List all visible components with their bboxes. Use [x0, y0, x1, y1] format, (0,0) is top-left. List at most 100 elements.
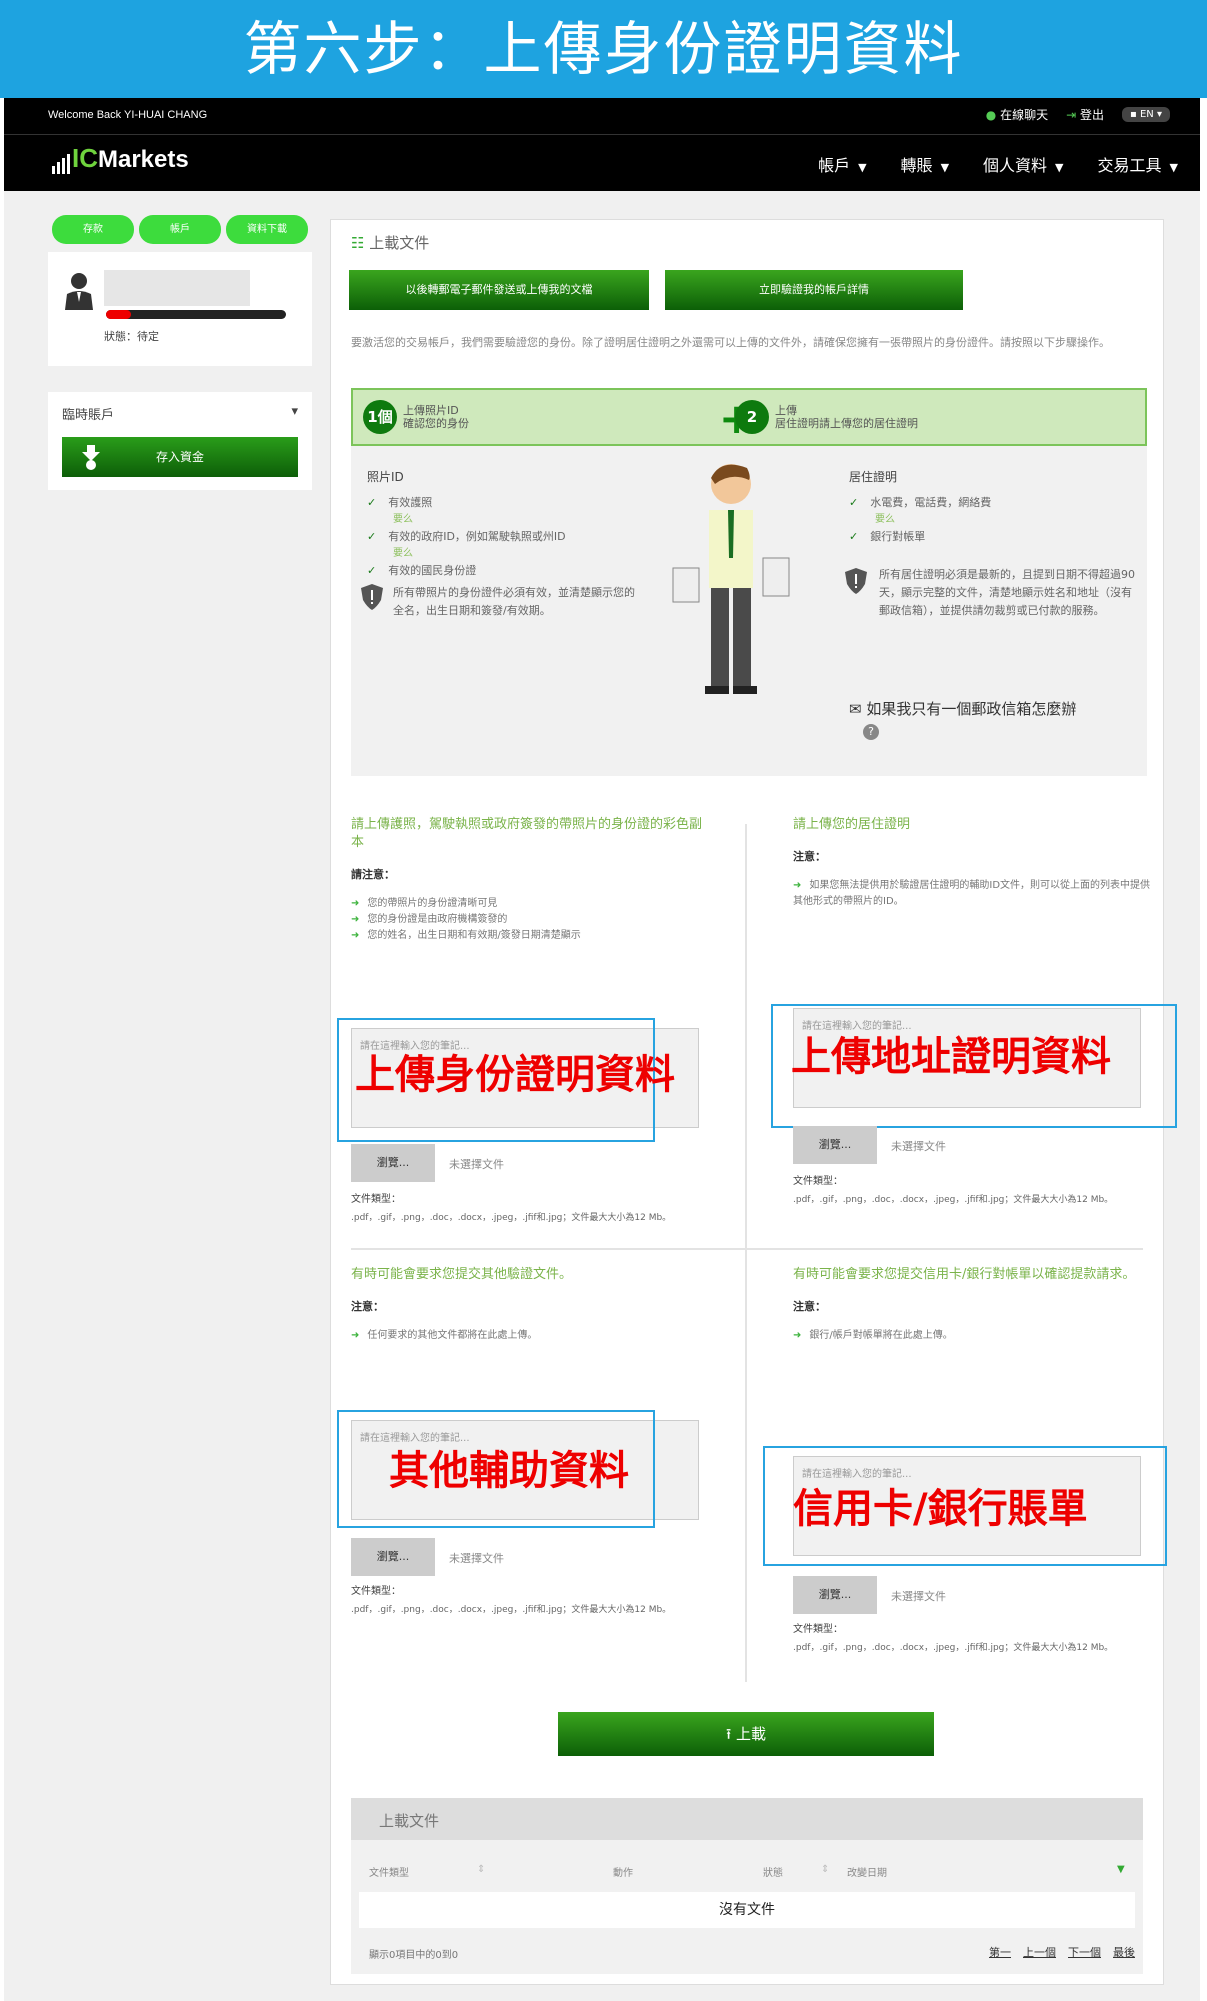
- residence-list: ✓ 水電費，電話費，網絡費 要么 ✓ 銀行對帳單: [849, 494, 1139, 545]
- logout-icon: ⇥: [1066, 108, 1077, 122]
- page-prev[interactable]: 上一個: [1023, 1944, 1056, 1960]
- column-divider: [745, 824, 747, 1682]
- browse-button[interactable]: 瀏覽...: [351, 1144, 435, 1182]
- list-item: ✓ 有效護照: [367, 494, 667, 511]
- overlay-label: 其他輔助資料: [389, 1448, 629, 1494]
- no-file-text: 未選擇文件: [449, 1158, 504, 1171]
- proof-of-residence-heading: 居住證明: [849, 470, 898, 484]
- deposit-funds-button[interactable]: 存入資金: [62, 437, 298, 477]
- item-text: 水電費，電話費，網絡費: [870, 496, 992, 509]
- page-last[interactable]: 最後: [1113, 1944, 1135, 1960]
- status-text: 狀態：待定: [104, 330, 159, 343]
- col-date[interactable]: 改變日期: [847, 1864, 887, 1879]
- po-box-question-link[interactable]: ✉ 如果我只有一個郵政信箱怎麼辦: [849, 698, 1076, 719]
- user-avatar-icon: [65, 273, 93, 310]
- account-selector[interactable]: 臨時賬戶 ▾: [62, 404, 298, 423]
- no-file-text: 未選擇文件: [449, 1552, 504, 1565]
- flag-icon: ▪: [1130, 109, 1137, 120]
- item-text: 您的身份證是由政府機構簽發的: [367, 914, 508, 925]
- page-first[interactable]: 第一: [989, 1944, 1011, 1960]
- steps-header: 1個 上傳照片ID確認您的身份 + 2 上傳居住證明請上傳您的居住證明: [351, 388, 1147, 446]
- uploaded-files-table: 上載文件 文件類型 ⇕ 動作 狀態 ⇕ 改變日期 ▼ 沒有文件 顯示0項目中的0…: [351, 1798, 1143, 1974]
- overlay-label: 上傳地址證明資料: [791, 1034, 1111, 1080]
- file-type-label: 文件類型：: [351, 1586, 401, 1597]
- nav-account[interactable]: 帳戶 ▼: [818, 152, 866, 176]
- file-type-info: 文件類型： .pdf，.gif，.png，.doc，.docx，.jpeg，.jf…: [793, 1620, 1133, 1658]
- list-item: ✓ 銀行對帳單: [849, 528, 1139, 545]
- or-text: 要么: [875, 514, 895, 525]
- section-title: 請上傳您的居住證明: [793, 817, 911, 832]
- other-docs-section: 有時可能會要求您提交其他驗證文件。 注意： ➜ 任何要求的其他文件都將在此處上傳。: [351, 1266, 711, 1344]
- item-text: 有效的政府ID，例如駕駛執照或州ID: [388, 530, 566, 543]
- sort-icon[interactable]: ⇕: [477, 1864, 485, 1875]
- file-type-info: 文件類型： .pdf，.gif，.png，.doc，.docx，.jpeg，.jf…: [351, 1582, 691, 1620]
- file-type-text: .pdf，.gif，.png，.doc，.docx，.jpeg，.jfif和.j…: [793, 1195, 1114, 1205]
- check-icon: ✓: [849, 530, 859, 543]
- list-item: ➜ 您的帶照片的身份證清晰可見: [351, 896, 711, 912]
- live-chat-link[interactable]: ● 在線聊天: [986, 106, 1048, 123]
- ic-markets-logo[interactable]: IC Markets: [52, 143, 189, 174]
- welcome-text: Welcome Back YI-HUAI CHANG: [48, 109, 208, 121]
- chevron-down-icon: ▼: [858, 161, 867, 174]
- item-text: 您的帶照片的身份證清晰可見: [367, 898, 498, 909]
- or-text: 要么: [393, 548, 413, 559]
- account-pill[interactable]: 帳戶: [139, 215, 221, 244]
- step2-number: 2: [735, 400, 769, 434]
- nav-tools[interactable]: 交易工具 ▼: [1098, 152, 1178, 176]
- browse-button[interactable]: 瀏覽...: [793, 1576, 877, 1614]
- left-sidebar: 存款 帳戶 資料下載 狀態：待定 臨時賬戶 ▾ 存入資金: [48, 215, 312, 490]
- col-file-type[interactable]: 文件類型: [369, 1864, 409, 1879]
- list-item: ✓ 有效的國民身份證: [367, 562, 667, 579]
- item-text: 您的姓名，出生日期和有效期/簽發日期清楚顯示: [367, 930, 581, 941]
- pagination: 第一 上一個 下一個 最後: [989, 1944, 1135, 1960]
- verify-now-button[interactable]: 立即驗證我的帳戶詳情: [665, 270, 963, 310]
- chevron-down-icon: ▾: [1156, 109, 1162, 120]
- nav-transfer[interactable]: 轉賬 ▼: [901, 152, 949, 176]
- sort-desc-icon[interactable]: ▼: [1117, 1864, 1125, 1875]
- empty-table-message: 沒有文件: [359, 1892, 1135, 1928]
- verification-progress: [106, 310, 286, 319]
- language-label: EN: [1139, 109, 1154, 120]
- file-type-text: .pdf，.gif，.png，.doc，.docx，.jpeg，.jfif和.j…: [793, 1643, 1114, 1653]
- section-title: 有時可能會要求您提交信用卡/銀行對帳單以確認提款請求。: [793, 1267, 1136, 1282]
- step1-number: 1個: [363, 400, 397, 434]
- photo-id-note: 所有帶照片的身份證件必須有效，並清楚顯示您的全名，出生日期和簽發/有效期。: [393, 586, 635, 617]
- col-action[interactable]: 動作: [613, 1864, 633, 1879]
- list-item: ➜ 您的姓名，出生日期和有效期/簽發日期清楚顯示: [351, 928, 711, 944]
- or-text: 要么: [393, 514, 413, 525]
- downloads-pill[interactable]: 資料下載: [226, 215, 308, 244]
- help-icon[interactable]: ?: [863, 724, 879, 740]
- browse-button[interactable]: 瀏覽...: [351, 1538, 435, 1576]
- file-type-info: 文件類型： .pdf，.gif，.png，.doc，.docx，.jpeg，.jf…: [793, 1172, 1133, 1210]
- section-notes-list: ➜ 銀行/帳戶對帳單將在此處上傳。: [793, 1328, 1153, 1344]
- col-status[interactable]: 狀態: [763, 1864, 783, 1879]
- section-note-label: 請注意：: [351, 868, 395, 881]
- logout-link[interactable]: ⇥ 登出: [1066, 106, 1104, 123]
- intro-text: 要激活您的交易帳戶，我們需要驗證您的身份。除了證明居住證明之外還需可以上傳的文件…: [351, 336, 1110, 349]
- nav-account-label: 帳戶: [818, 156, 851, 175]
- main-navbar: IC Markets 帳戶 ▼ 轉賬 ▼ 個人資料 ▼ 交易工具 ▼: [4, 134, 1200, 191]
- logo-bars-icon: [52, 154, 70, 174]
- user-name-redacted: [104, 270, 250, 306]
- sort-icon[interactable]: ⇕: [821, 1864, 829, 1875]
- language-select[interactable]: ▪ EN ▾: [1122, 107, 1170, 122]
- email-later-button[interactable]: 以後轉郵電子郵件發送或上傳我的文檔: [349, 270, 649, 310]
- account-box: 臨時賬戶 ▾ 存入資金: [48, 392, 312, 490]
- list-item: ✓ 水電費，電話費，網絡費: [849, 494, 1139, 511]
- item-text: 任何要求的其他文件都將在此處上傳。: [367, 1330, 538, 1341]
- arrow-right-icon: ➜: [351, 898, 360, 909]
- nav-profile[interactable]: 個人資料 ▼: [983, 152, 1063, 176]
- upload-button[interactable]: ⭱ 上載: [558, 1712, 934, 1756]
- upload-panel: ☷ 上載文件 以後轉郵電子郵件發送或上傳我的文檔 立即驗證我的帳戶詳情 要激活您…: [330, 219, 1177, 1985]
- deposit-pill[interactable]: 存款: [52, 215, 134, 244]
- step2-title: 上傳: [775, 404, 797, 417]
- browse-button[interactable]: 瀏覽...: [793, 1126, 877, 1164]
- section-note-label: 注意：: [351, 1300, 384, 1313]
- chevron-down-icon: ▼: [940, 161, 950, 174]
- file-type-label: 文件類型：: [793, 1624, 843, 1635]
- residence-upload-section: 請上傳您的居住證明 注意： ➜ 如果您無法提供用於驗證居住證明的輔助ID文件，則可…: [793, 816, 1153, 910]
- logo-text: Markets: [98, 146, 189, 173]
- panel-title-text: 上載文件: [369, 234, 430, 252]
- arrow-right-icon: ➜: [351, 930, 360, 941]
- page-next[interactable]: 下一個: [1068, 1944, 1101, 1960]
